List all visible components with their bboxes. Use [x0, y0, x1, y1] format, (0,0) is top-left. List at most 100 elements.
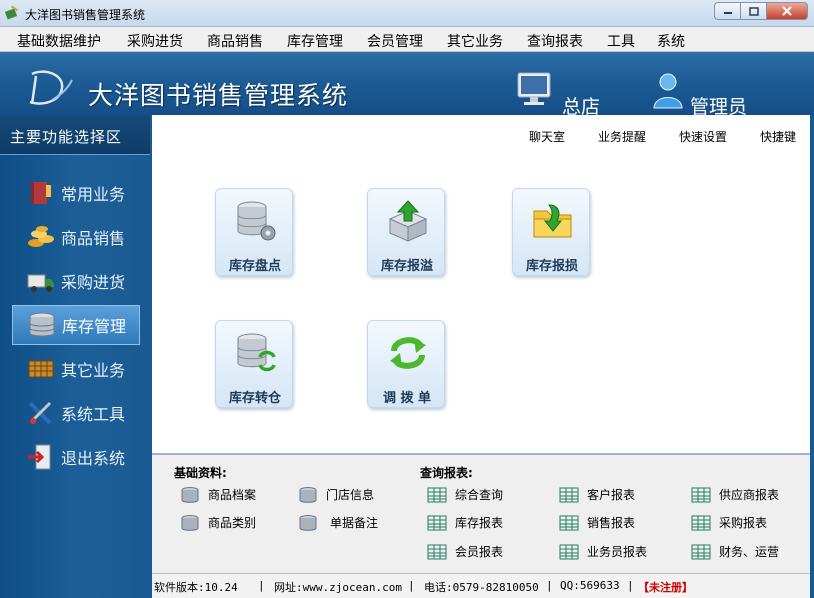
item-label: 库存报表: [455, 516, 504, 530]
table-icon: [691, 544, 711, 559]
status-separator: |: [627, 579, 634, 592]
dy-logo-icon: [29, 70, 73, 105]
database-icon: [299, 486, 317, 503]
sidebar-item-sales[interactable]: 商品销售: [12, 217, 140, 257]
item-label: 单据备注: [330, 516, 379, 530]
table-icon: [691, 515, 711, 530]
link-chatroom[interactable]: 聊天室: [529, 128, 565, 145]
link-product-archive[interactable]: 商品档案: [180, 486, 256, 503]
link-shortcuts[interactable]: 快捷键: [760, 128, 796, 145]
link-purchase-report[interactable]: 采购报表: [691, 514, 767, 531]
database-icon: [299, 514, 317, 531]
store-label: 总店: [562, 96, 601, 115]
role-label: 管理员: [690, 96, 748, 115]
tile-stock-transfer-warehouse[interactable]: 库存转仓: [215, 320, 293, 408]
menu-purchase[interactable]: 采购进货: [127, 31, 183, 51]
link-finance-operations[interactable]: 财务、运营: [691, 543, 779, 560]
menu-tools[interactable]: 工具: [607, 31, 635, 51]
item-label: 供应商报表: [719, 488, 780, 502]
item-label: 商品档案: [208, 488, 257, 502]
menu-other[interactable]: 其它业务: [447, 31, 503, 51]
item-label: 客户报表: [587, 488, 636, 502]
menu-reports[interactable]: 查询报表: [527, 31, 583, 51]
sidebar-item-other[interactable]: 其它业务: [12, 349, 140, 389]
database-gear-icon: [237, 201, 276, 241]
close-button[interactable]: [766, 2, 808, 20]
menu-basic-data[interactable]: 基础数据维护: [17, 31, 101, 51]
sidebar-item-label: 系统工具: [61, 405, 126, 424]
link-salesperson-report[interactable]: 业务员报表: [559, 543, 647, 560]
tile-stock-loss[interactable]: 库存报损: [512, 188, 590, 276]
database-icon: [181, 486, 199, 503]
tile-stock-count[interactable]: 库存盘点: [215, 188, 293, 276]
basic-data-title: 基础资料:: [174, 466, 227, 480]
menu-system[interactable]: 系统: [657, 31, 685, 51]
link-business-reminder[interactable]: 业务提醒: [598, 128, 646, 145]
link-store-info[interactable]: 门店信息: [298, 486, 374, 503]
link-comprehensive-query[interactable]: 综合查询: [427, 486, 503, 503]
exit-icon: [28, 444, 51, 470]
bottom-panel: 基础资料: 查询报表: 商品档案 门店信息 商品类别 单据备注 综合查询 客户报…: [152, 453, 810, 573]
window-controls: [714, 2, 808, 20]
sidebar-title: 主要功能选择区: [0, 115, 150, 155]
phone-text: 电话:0579-82810050: [424, 581, 539, 594]
item-label: 采购报表: [719, 516, 768, 530]
status-separator: |: [546, 579, 553, 592]
sidebar-item-label: 其它业务: [61, 361, 126, 380]
link-member-report[interactable]: 会员报表: [427, 543, 503, 560]
minimize-button[interactable]: [714, 2, 740, 20]
sidebar-item-tools[interactable]: 系统工具: [12, 393, 140, 433]
sidebar-item-common[interactable]: 常用业务: [12, 173, 140, 213]
database-sync-icon: [237, 333, 276, 372]
link-sales-report[interactable]: 销售报表: [559, 514, 635, 531]
tile-stock-overflow[interactable]: 库存报溢: [367, 188, 445, 276]
menu-bar: 基础数据维护 采购进货 商品销售 库存管理 会员管理 其它业务 查询报表 工具 …: [0, 27, 814, 52]
tile-label: 调 拨 单: [382, 391, 432, 406]
sidebar-item-label: 退出系统: [61, 449, 126, 468]
sidebar-item-inventory[interactable]: 库存管理: [12, 305, 140, 345]
status-bar: 软件版本:10.24 | 网址:www.zjocean.com | 电话:057…: [152, 573, 810, 598]
link-inventory-report[interactable]: 库存报表: [427, 514, 503, 531]
menu-inventory[interactable]: 库存管理: [287, 31, 343, 51]
sidebar-item-exit[interactable]: 退出系统: [12, 437, 140, 477]
maximize-button[interactable]: [740, 2, 766, 20]
table-icon: [559, 544, 579, 559]
link-supplier-report[interactable]: 供应商报表: [691, 486, 779, 503]
database-icon: [29, 312, 55, 337]
table-icon: [559, 487, 579, 502]
table-icon: [559, 515, 579, 530]
right-border: [810, 115, 814, 598]
sidebar-item-purchase[interactable]: 采购进货: [12, 261, 140, 301]
link-quick-settings[interactable]: 快速设置: [679, 128, 727, 145]
link-customer-report[interactable]: 客户报表: [559, 486, 635, 503]
header-banner: 大洋图书销售管理系统 总店 管理员: [0, 52, 814, 115]
status-separator: |: [258, 579, 265, 592]
table-icon: [427, 487, 447, 502]
version-text: 软件版本:10.24: [154, 581, 238, 594]
close-icon: [782, 6, 792, 16]
item-label: 业务员报表: [587, 545, 648, 559]
status-separator: |: [408, 579, 415, 592]
sidebar: 主要功能选择区 常用业务 商品销售 采购进货 库存管理 其它业务 系统工具 退出…: [0, 115, 152, 598]
database-icon: [181, 514, 199, 531]
menu-sales[interactable]: 商品销售: [207, 31, 263, 51]
grid-icon: [28, 360, 54, 378]
table-icon: [427, 515, 447, 530]
item-label: 商品类别: [208, 516, 257, 530]
window-title: 大洋图书销售管理系统: [25, 8, 146, 22]
website-text: 网址:www.zjocean.com: [274, 581, 402, 594]
tile-transfer-order[interactable]: 调 拨 单: [367, 320, 445, 408]
book-pen-icon: [5, 6, 18, 20]
quick-links: 聊天室 业务提醒 快速设置 快捷键: [529, 128, 796, 145]
title-bar[interactable]: 大洋图书销售管理系统: [0, 0, 814, 27]
tile-label: 库存报溢: [380, 259, 433, 274]
link-document-notes[interactable]: 单据备注: [298, 514, 378, 531]
sidebar-item-label: 库存管理: [62, 317, 127, 336]
qq-text: QQ:569633: [560, 579, 620, 592]
menu-members[interactable]: 会员管理: [367, 31, 423, 51]
book-icon: [31, 182, 51, 204]
link-product-category[interactable]: 商品类别: [180, 514, 256, 531]
truck-icon: [27, 274, 54, 292]
folder-download-icon: [533, 204, 572, 238]
registration-status[interactable]: 【未注册】: [638, 579, 693, 595]
